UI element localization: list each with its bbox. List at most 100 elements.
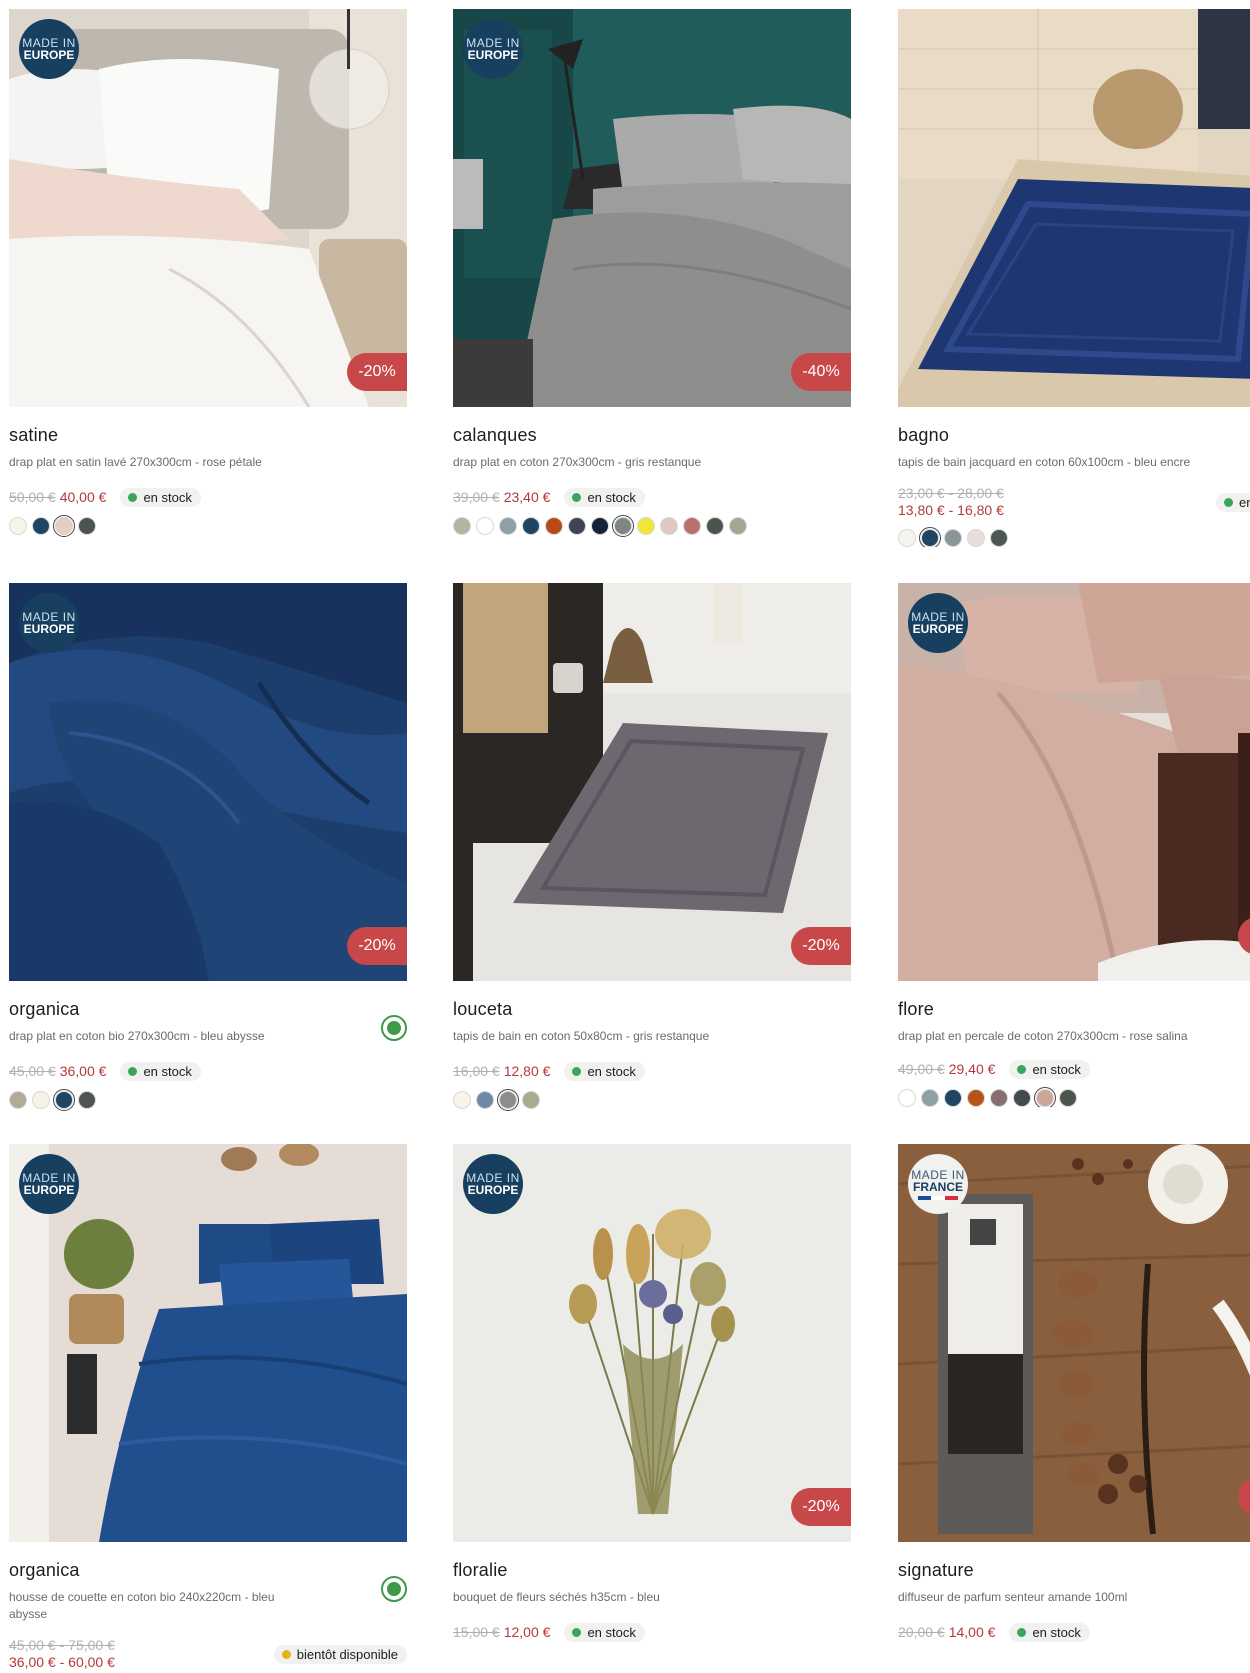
color-swatch[interactable] xyxy=(476,517,494,535)
color-swatch[interactable] xyxy=(591,517,609,535)
product-image[interactable]: MADE IN EUROPE -20% xyxy=(9,583,407,981)
stock-label: bientôt disponible xyxy=(296,1647,398,1662)
organic-cotton-icon xyxy=(381,1576,407,1602)
stock-badge: en stock xyxy=(120,1061,201,1081)
product-title[interactable]: calanques xyxy=(453,425,851,446)
product-description: housse de couette en coton bio 240x220cm… xyxy=(9,1590,275,1621)
product-title[interactable]: organica xyxy=(9,999,407,1020)
product-card-louceta[interactable]: -20% louceta tapis de bain en coton 50x8… xyxy=(453,583,851,1111)
product-card-floralie[interactable]: MADE IN EUROPE -20% floralie bouquet de … xyxy=(453,1144,851,1642)
product-card-organica-housse[interactable]: MADE IN EUROPE organica housse de couett… xyxy=(9,1144,407,1673)
product-description: diffuseur de parfum senteur amande 100ml xyxy=(898,1590,1128,1604)
product-card-satine[interactable]: MADE IN EUROPE -20% satine drap plat en … xyxy=(9,9,407,537)
made-in-europe-badge: MADE IN EUROPE xyxy=(19,593,79,653)
stock-dot-icon xyxy=(572,492,582,502)
product-description: bouquet de fleurs séchés h35cm - bleu xyxy=(453,1590,660,1604)
badge-line2: EUROPE xyxy=(23,48,75,62)
product-title[interactable]: floralie xyxy=(453,1560,851,1581)
color-swatch[interactable] xyxy=(1013,1089,1031,1107)
color-swatch[interactable] xyxy=(499,517,517,535)
product-image[interactable]: MADE IN EUROPE -40% xyxy=(453,9,851,407)
color-swatch[interactable] xyxy=(967,529,985,547)
stock-label: en stock xyxy=(143,489,192,505)
color-swatch[interactable] xyxy=(522,1091,540,1109)
stock-dot-icon xyxy=(1224,498,1233,507)
product-image[interactable]: MADE IN EUROPE -20% xyxy=(9,9,407,407)
color-swatch[interactable] xyxy=(706,517,724,535)
badge-line2: EUROPE xyxy=(23,1183,75,1197)
product-card-signature[interactable]: MADE IN FRANCE signature diffuseur de pa… xyxy=(898,1144,1250,1642)
discount-badge: -40% xyxy=(791,353,851,391)
color-swatch[interactable] xyxy=(568,517,586,535)
stock-dot-icon xyxy=(1017,1064,1027,1074)
made-in-europe-badge: MADE IN EUROPE xyxy=(463,1154,523,1214)
color-swatch[interactable] xyxy=(9,517,27,535)
color-swatch[interactable] xyxy=(921,1089,939,1107)
product-card-flore[interactable]: MADE IN EUROPE flore drap plat en percal… xyxy=(898,583,1250,1107)
product-title[interactable]: satine xyxy=(9,425,407,446)
color-swatch[interactable] xyxy=(497,1089,519,1111)
color-swatch[interactable] xyxy=(53,1089,75,1111)
product-image[interactable]: MADE IN EUROPE xyxy=(898,583,1250,981)
stock-dot-icon xyxy=(128,492,138,502)
product-description: drap plat en coton bio 270x300cm - bleu … xyxy=(9,1029,265,1043)
badge-line2: EUROPE xyxy=(467,48,519,62)
product-image[interactable]: MADE IN FRANCE xyxy=(898,1144,1250,1542)
sale-price: 12,80 € xyxy=(503,1063,551,1079)
product-image[interactable]: MADE IN EUROPE -20% xyxy=(453,1144,851,1542)
color-swatch[interactable] xyxy=(683,517,701,535)
stock-label: en stock xyxy=(1032,1624,1081,1640)
product-title[interactable]: louceta xyxy=(453,999,851,1020)
stock-dot-icon xyxy=(572,1627,582,1637)
color-swatches xyxy=(9,515,407,537)
product-title[interactable]: organica xyxy=(9,1560,407,1581)
color-swatch[interactable] xyxy=(1034,1087,1056,1107)
color-swatch[interactable] xyxy=(967,1089,985,1107)
color-swatch[interactable] xyxy=(729,517,747,535)
old-price: 15,00 € xyxy=(453,1624,500,1640)
product-image[interactable]: MADE IN EUROPE xyxy=(9,1144,407,1542)
color-swatch[interactable] xyxy=(476,1091,494,1109)
color-swatch[interactable] xyxy=(1059,1089,1077,1107)
color-swatch[interactable] xyxy=(944,1089,962,1107)
color-swatch[interactable] xyxy=(78,1091,96,1109)
sale-price: 40,00 € xyxy=(59,489,107,505)
sale-price: 36,00 € xyxy=(59,1063,107,1079)
product-card-organica-drap[interactable]: MADE IN EUROPE -20% organica drap plat e… xyxy=(9,583,407,1111)
product-card-calanques[interactable]: MADE IN EUROPE -40% calanques drap plat … xyxy=(453,9,851,537)
color-swatch[interactable] xyxy=(898,529,916,547)
old-price: 20,00 € xyxy=(898,1624,945,1640)
color-swatch[interactable] xyxy=(898,1089,916,1107)
color-swatch[interactable] xyxy=(919,527,941,547)
color-swatch[interactable] xyxy=(453,517,471,535)
product-image[interactable]: -20% xyxy=(453,583,851,981)
product-title[interactable]: flore xyxy=(898,999,1250,1020)
color-swatch[interactable] xyxy=(660,517,678,535)
stock-badge: en stock xyxy=(564,487,645,507)
color-swatch[interactable] xyxy=(9,1091,27,1109)
color-swatch[interactable] xyxy=(453,1091,471,1109)
color-swatch[interactable] xyxy=(53,515,75,537)
badge-line2: EUROPE xyxy=(467,1183,519,1197)
product-description: drap plat en satin lavé 270x300cm - rose… xyxy=(9,455,262,469)
color-swatch[interactable] xyxy=(990,1089,1008,1107)
product-image[interactable] xyxy=(898,9,1250,407)
color-swatch[interactable] xyxy=(545,517,563,535)
product-title[interactable]: bagno xyxy=(898,425,1250,446)
color-swatch[interactable] xyxy=(990,529,1008,547)
color-swatch[interactable] xyxy=(612,515,634,537)
product-card-bagno[interactable]: bagno tapis de bain jacquard en coton 60… xyxy=(898,9,1250,547)
color-swatch[interactable] xyxy=(944,529,962,547)
discount-badge: -20% xyxy=(347,353,407,391)
stock-label: en stock xyxy=(1032,1061,1081,1077)
color-swatch[interactable] xyxy=(32,517,50,535)
color-swatch[interactable] xyxy=(32,1091,50,1109)
color-swatch[interactable] xyxy=(78,517,96,535)
stock-dot-icon xyxy=(281,1650,291,1659)
color-swatches xyxy=(453,515,851,537)
stock-label: en stock xyxy=(143,1063,192,1079)
product-description: drap plat en coton 270x300cm - gris rest… xyxy=(453,455,702,469)
product-title[interactable]: signature xyxy=(898,1560,1250,1581)
color-swatch[interactable] xyxy=(522,517,540,535)
color-swatch[interactable] xyxy=(637,517,655,535)
